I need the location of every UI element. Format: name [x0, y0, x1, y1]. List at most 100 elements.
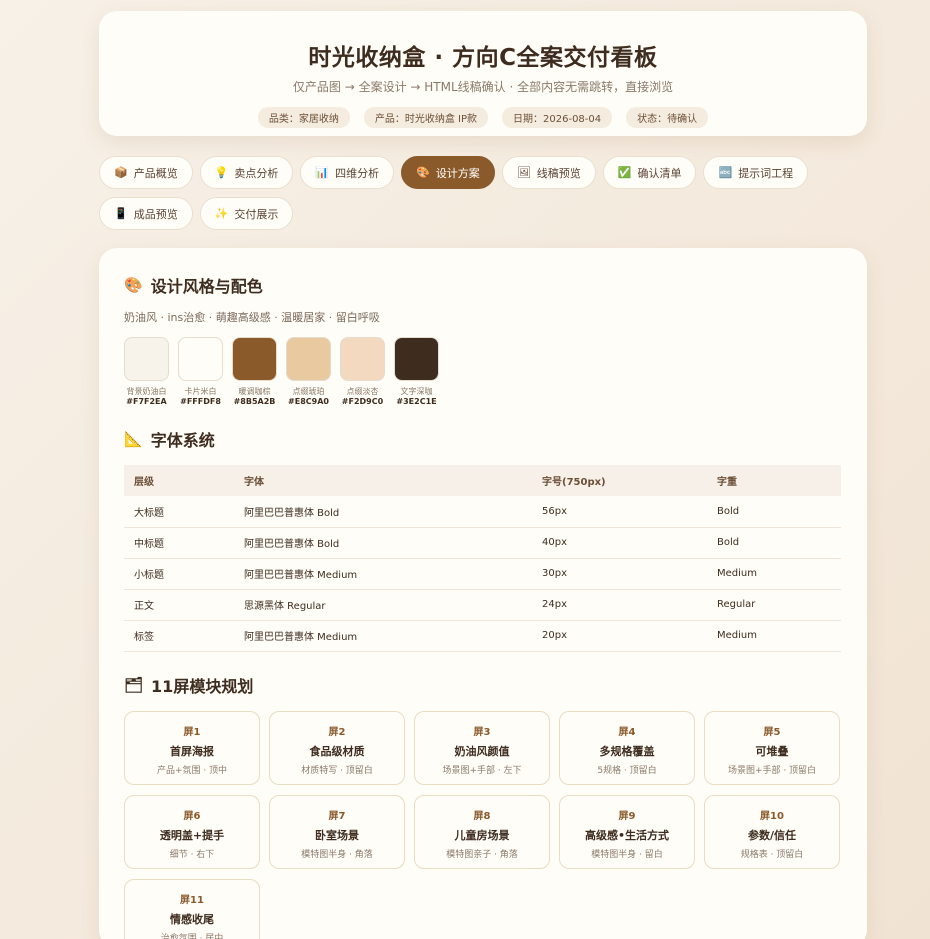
module-num: 屏9	[618, 810, 636, 822]
triangle-ruler-icon: 📐	[124, 430, 143, 448]
tab-product-overview[interactable]: 📦 产品概览	[99, 156, 193, 189]
tab-confirm-list[interactable]: ✅ 确认清单	[602, 156, 697, 189]
swatch-name: 背景奶油白	[126, 387, 167, 396]
tab-label: 产品概览	[133, 166, 178, 180]
cell: 阿里巴巴普惠体 Medium	[234, 620, 532, 652]
cell: 阿里巴巴普惠体 Medium	[234, 558, 532, 590]
module-desc: 细节 · 右下	[169, 849, 215, 860]
cell: 中标题	[124, 527, 234, 559]
module-num: 屏5	[763, 726, 781, 738]
tag-category: 品类：家居收纳	[257, 107, 350, 128]
font-title-text: 字体系统	[150, 431, 215, 450]
header-card: 时光收纳盒 · 方向C全案交付看板 仅产品图 → 全案设计 → HTML线稿确认…	[99, 11, 867, 136]
swatch: 暖调咖棕 #8B5A2B	[232, 337, 277, 406]
picture-icon: 🖼	[516, 166, 531, 179]
module-desc: 场景图+手部 · 顶留白	[727, 765, 817, 776]
module-grid: 屏1 首屏海报 产品+氛围 · 顶中 屏2 食品级材质 材质特写 · 顶留白 屏3 奶油风…	[124, 710, 842, 939]
module-title: 奶油风颜值	[454, 744, 510, 758]
abc-icon: 🔤	[718, 166, 733, 179]
swatch-name: 卡片米白	[184, 387, 217, 396]
module-card: 屏8 儿童房场景 模特图亲子 · 角落	[414, 794, 550, 869]
design-plan-panel: 🎨 设计风格与配色 奶油风 · ins治愈 · 萌趣高级感 · 温暖居家 · 留…	[99, 248, 867, 939]
tab-label: 卖点分析	[234, 166, 279, 180]
cell: 20px	[532, 620, 707, 652]
cell: 40px	[532, 527, 707, 559]
cell: 阿里巴巴普惠体 Bold	[234, 496, 532, 528]
swatch-hex: #8B5A2B	[233, 397, 276, 406]
table-row: 正文 思源黑体 Regular 24px Regular	[124, 589, 841, 621]
cell: 思源黑体 Regular	[234, 589, 532, 621]
package-icon: 📦	[114, 166, 128, 179]
module-title: 情感收尾	[170, 912, 214, 926]
tab-four-dim-analysis[interactable]: 📊 四维分析	[300, 156, 395, 189]
module-title: 高级感•生活方式	[584, 828, 670, 842]
cell: 30px	[532, 558, 707, 590]
module-desc: 5规格 · 顶留白	[597, 765, 657, 776]
cell: 阿里巴巴普惠体 Bold	[234, 527, 532, 559]
tab-label: 设计方案	[435, 166, 480, 180]
table-row: 大标题 阿里巴巴普惠体 Bold 56px Bold	[124, 496, 841, 528]
swatch-name: 点缀琥珀	[292, 387, 325, 396]
lightbulb-icon: 💡	[214, 166, 229, 179]
module-desc: 模特图亲子 · 角落	[446, 849, 518, 860]
cell: Bold	[707, 496, 841, 528]
module-card: 屏5 可堆叠场景图+手部 · 顶留白	[704, 710, 840, 785]
tab-label: 确认清单	[637, 166, 682, 180]
tab-selling-points[interactable]: 💡 卖点分析	[199, 156, 294, 189]
tab-prompt-engineering[interactable]: 🔤 提示词工程	[703, 156, 809, 189]
module-num: 屏4	[618, 726, 636, 738]
swatch-color	[232, 337, 277, 381]
table-row: 中标题 阿里巴巴普惠体 Bold 40px Bold	[124, 527, 841, 559]
meta-tags: 品类：家居收纳 产品：时光收纳盒 IP款 日期：2026-08-04 状态：待确…	[99, 107, 867, 128]
module-title: 透明盖+提手	[159, 828, 225, 842]
module-num: 屏11	[180, 894, 204, 906]
col-level: 层级	[124, 465, 234, 496]
module-card: 屏4 多规格覆盖 5规格 · 顶留白	[559, 710, 695, 785]
tag-product: 产品：时光收纳盒 IP款	[363, 107, 489, 128]
tab-label: 四维分析	[335, 166, 380, 180]
module-title: 可堆叠	[755, 744, 789, 758]
swatch-name: 文字深咖	[400, 387, 433, 396]
col-weight: 字重	[707, 465, 841, 496]
module-title: 食品级材质	[309, 744, 365, 758]
cell: 标签	[124, 620, 234, 652]
cell: Bold	[707, 527, 841, 559]
font-table: 层级 字体 字号(750px) 字重 大标题 阿里巴巴普惠体 Bold 56px Bo…	[124, 465, 841, 652]
tab-final-preview[interactable]: 📱 成品预览	[99, 197, 193, 230]
palette-icon: 🎨	[416, 166, 430, 179]
swatch-hex: #E8C9A0	[288, 397, 329, 406]
swatch-color	[124, 337, 169, 381]
palette-icon: 🎨	[124, 276, 143, 294]
table-row: 标签 阿里巴巴普惠体 Medium 20px Medium	[124, 620, 841, 652]
module-title-text: 11屏模块规划	[151, 676, 254, 696]
cell: Medium	[707, 620, 841, 652]
swatch: 文字深咖 #3E2C1E	[394, 337, 439, 406]
module-desc: 模特图半身 · 角落	[301, 849, 373, 860]
swatch-hex: #F7F2EA	[126, 397, 167, 406]
module-num: 屏6	[183, 810, 201, 822]
font-section-title: 📐 字体系统	[124, 427, 842, 451]
module-desc: 模特图半身 · 留白	[591, 849, 663, 860]
module-card: 屏11 情感收尾 治愈氛围 · 居中	[124, 878, 260, 939]
folder-icon: 🗂	[124, 675, 144, 694]
module-desc: 场景图+手部 · 左下	[442, 765, 522, 776]
bar-chart-icon: 📊	[315, 166, 330, 179]
tag-date: 日期：2026-08-04	[502, 107, 613, 128]
style-title-text: 设计风格与配色	[150, 277, 263, 296]
tab-delivery-showcase[interactable]: ✨ 交付展示	[199, 197, 294, 230]
swatch-name: 点缀淡杏	[346, 387, 379, 396]
page-subtitle: 仅产品图 → 全案设计 → HTML线稿确认 · 全部内容无需跳转，直接浏览	[292, 80, 674, 94]
tab-design-plan[interactable]: 🎨 设计方案	[401, 156, 495, 189]
tab-label: 成品预览	[133, 207, 178, 221]
check-icon: ✅	[617, 166, 632, 179]
module-desc: 规格表 · 顶留白	[740, 849, 804, 860]
swatch: 背景奶油白 #F7F2EA	[124, 337, 169, 406]
swatch-hex: #FFFDF8	[180, 397, 221, 406]
module-title: 首屏海报	[170, 744, 214, 758]
module-card: 屏10 参数/信任 规格表 · 顶留白	[704, 794, 840, 869]
tab-wireframe-preview[interactable]: 🖼 线稿预览	[501, 156, 596, 189]
cell: 小标题	[124, 558, 234, 590]
cell: 正文	[124, 589, 234, 621]
module-title: 多规格覆盖	[599, 744, 655, 758]
style-section-title: 🎨 设计风格与配色	[124, 273, 842, 297]
